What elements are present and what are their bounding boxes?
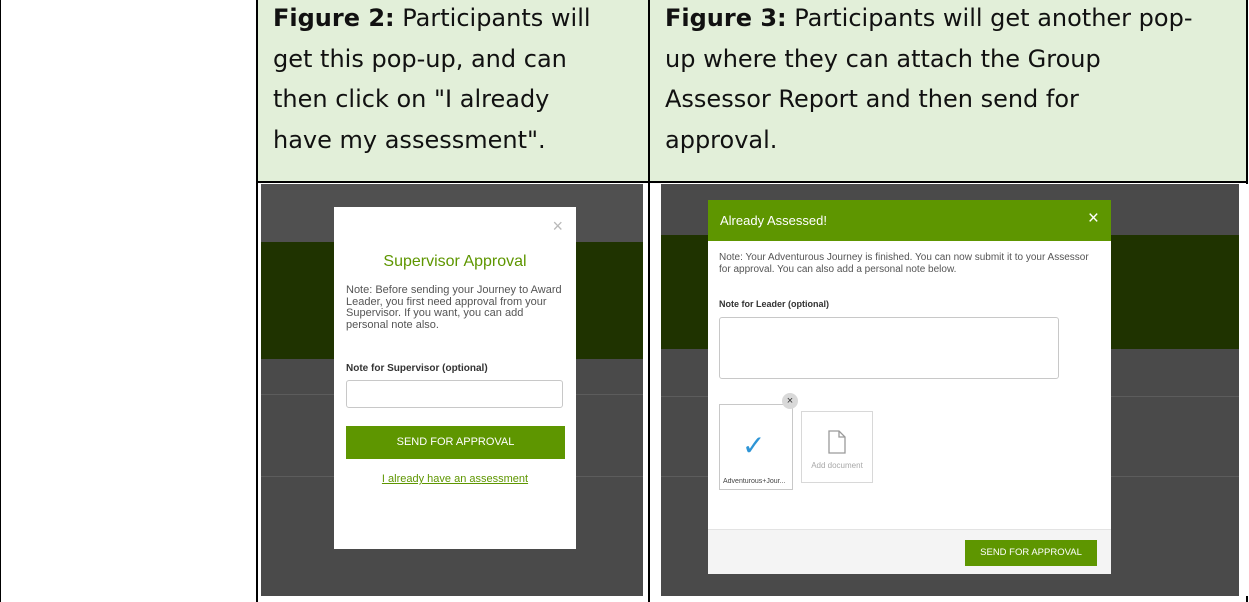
figure3-caption-line-2: up where they can attach the Group [665, 44, 1101, 73]
remove-icon[interactable]: × [782, 393, 798, 409]
figure2-caption-label: Figure 2: [273, 4, 395, 32]
leader-note-label: Note for Leader (optional) [719, 299, 829, 309]
attached-file-card[interactable]: ✓ Adventurous+Jour... [719, 404, 793, 490]
figure3-caption-line-1: Figure 3: Participants will get another … [665, 0, 1241, 39]
modal-title: Already Assessed! [720, 213, 827, 228]
modal-note: Note: Before sending your Journey to Awa… [346, 284, 562, 331]
attached-file-name: Adventurous+Jour... [723, 478, 786, 485]
figure3-caption-line-4: approval. [665, 125, 778, 154]
check-icon: ✓ [742, 430, 766, 461]
modal-header: Already Assessed! × [708, 200, 1111, 241]
figure3-caption-text: Participants will get another pop- [786, 4, 1193, 32]
table-divider-2 [648, 0, 650, 602]
figure2-caption-text: Participants will [394, 4, 591, 32]
figure3-screenshot: Already Assessed! × Note: Your Adventuro… [661, 184, 1249, 596]
document-icon [828, 430, 846, 454]
modal-title: Supervisor Approval [383, 253, 527, 270]
already-assessed-modal: Already Assessed! × Note: Your Adventuro… [708, 200, 1111, 574]
add-document-button[interactable]: Add document [801, 411, 873, 483]
leader-note-textarea[interactable] [719, 317, 1059, 379]
figure3-caption: Figure 3: Participants will get another … [665, 0, 1241, 160]
table-row-divider [256, 181, 1248, 183]
already-have-assessment-link[interactable]: I already have an assessment [334, 473, 576, 485]
modal-note: Note: Your Adventurous Journey is finish… [719, 252, 1089, 275]
add-document-label: Add document [811, 461, 863, 470]
send-for-approval-button[interactable]: SEND FOR APPROVAL [965, 540, 1097, 566]
figure2-screenshot: × Supervisor Approval Note: Before sendi… [261, 184, 643, 596]
figure2-caption: Figure 2: Participants will get this pop… [273, 0, 641, 160]
figure2-caption-line-1: Figure 2: Participants will [273, 0, 641, 39]
figure2-caption-line-2: get this pop-up, and can [273, 44, 567, 73]
modal-footer: SEND FOR APPROVAL [708, 529, 1111, 574]
figure2-caption-line-3: then click on "I already [273, 85, 550, 113]
close-icon[interactable]: × [552, 217, 563, 235]
table-border-left [0, 0, 1, 602]
send-for-approval-button[interactable]: SEND FOR APPROVAL [346, 426, 565, 459]
supervisor-approval-modal: × Supervisor Approval Note: Before sendi… [334, 207, 576, 549]
figure3-caption-label: Figure 3: [665, 4, 787, 32]
figure2-caption-line-4: have my assessment". [273, 125, 546, 154]
supervisor-note-label: Note for Supervisor (optional) [346, 363, 488, 374]
close-icon[interactable]: × [1088, 209, 1099, 228]
supervisor-note-input[interactable] [346, 380, 563, 408]
table-divider-1 [256, 0, 258, 602]
figure3-caption-line-3: Assessor Report and then send for [665, 85, 1079, 113]
